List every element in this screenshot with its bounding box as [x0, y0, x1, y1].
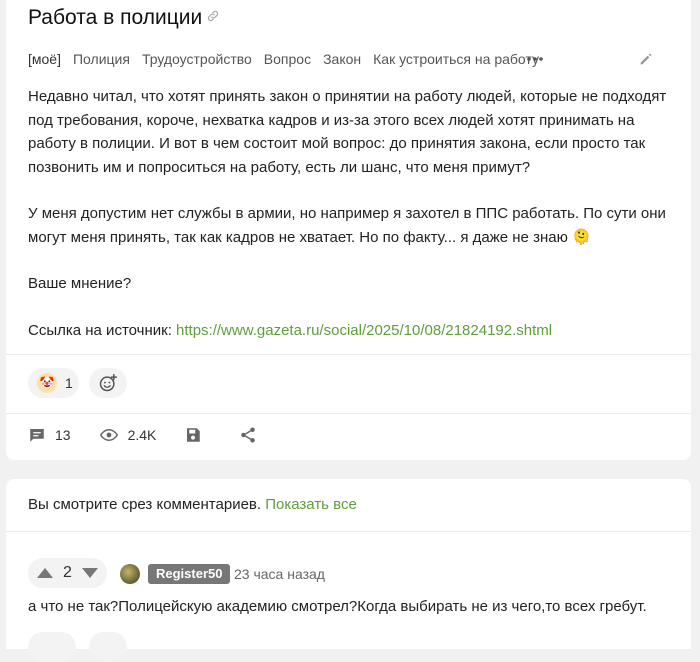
- tag-question[interactable]: Вопрос: [264, 51, 311, 67]
- comments-icon: [30, 429, 44, 442]
- views-count: 2.4K: [127, 427, 157, 443]
- comment-text: а что не так?Полицейскую академию смотре…: [28, 598, 647, 615]
- comment-reaction-button[interactable]: [28, 632, 76, 662]
- post-title[interactable]: Работа в полиции: [28, 5, 202, 31]
- edit-icon[interactable]: [638, 51, 654, 67]
- show-all-link[interactable]: Показать все: [265, 496, 357, 513]
- tag-moe[interactable]: [моё]: [28, 51, 61, 67]
- reaction-button[interactable]: 🤡 1: [28, 368, 79, 398]
- downvote-icon[interactable]: [81, 567, 99, 579]
- comment-time[interactable]: 23 часа назад: [234, 566, 325, 582]
- comment-vote: 2: [28, 558, 107, 588]
- post-card: Работа в полиции [моё] Полиция Трудоустр…: [6, 0, 691, 460]
- tag-list: [моё] Полиция Трудоустройство Вопрос Зак…: [28, 49, 551, 69]
- comments-card: Вы смотрите срез комментариев. Показать …: [6, 479, 691, 662]
- post-paragraph: Недавно читал, что хотят принять закон о…: [28, 88, 667, 176]
- add-reaction-button[interactable]: [89, 368, 127, 398]
- tag-employment[interactable]: Трудоустройство: [142, 51, 252, 67]
- post-stats: 13 2.4K: [28, 426, 294, 444]
- source-label: Ссылка на источник:: [28, 321, 177, 339]
- views-stat: 2.4K: [99, 426, 157, 444]
- upvote-icon[interactable]: [36, 567, 54, 579]
- save-button[interactable]: [184, 426, 211, 444]
- avatar[interactable]: [120, 564, 140, 584]
- slice-notice-text: Вы смотрите срез комментариев.: [28, 496, 262, 513]
- tag-how-to-get-job[interactable]: Как устроиться на работу: [373, 51, 539, 67]
- tag-law[interactable]: Закон: [323, 51, 361, 67]
- share-icon: [241, 427, 256, 443]
- comments-slice-notice: Вы смотрите срез комментариев. Показать …: [28, 496, 357, 513]
- tag-police[interactable]: Полиция: [73, 51, 130, 67]
- comment-author[interactable]: Register50: [148, 564, 231, 584]
- post-paragraph: У меня допустим нет службы в армии, но н…: [28, 205, 666, 246]
- save-icon: [187, 428, 201, 442]
- post-body: Недавно читал, что хотят принять закон о…: [28, 85, 668, 342]
- source-link[interactable]: https://www.gazeta.ru/social/2025/10/08/…: [176, 322, 552, 339]
- comments-stat[interactable]: 13: [28, 426, 71, 444]
- link-icon[interactable]: [206, 9, 220, 23]
- more-icon[interactable]: [524, 49, 546, 69]
- comment-score: 2: [63, 564, 72, 581]
- views-icon: [99, 428, 118, 442]
- add-reaction-icon: [99, 373, 118, 392]
- share-button[interactable]: [239, 426, 266, 444]
- post-paragraph: Ваше мнение?: [28, 275, 132, 292]
- reaction-count: 1: [65, 375, 73, 391]
- clown-emoji-icon: 🤡: [37, 373, 57, 393]
- divider: [6, 531, 691, 532]
- comment-add-reaction-button[interactable]: [89, 632, 127, 662]
- divider: [6, 354, 691, 355]
- comments-count: 13: [55, 427, 71, 443]
- divider: [6, 413, 691, 414]
- source-line: Ссылка на источник: https://www.gazeta.r…: [28, 319, 668, 343]
